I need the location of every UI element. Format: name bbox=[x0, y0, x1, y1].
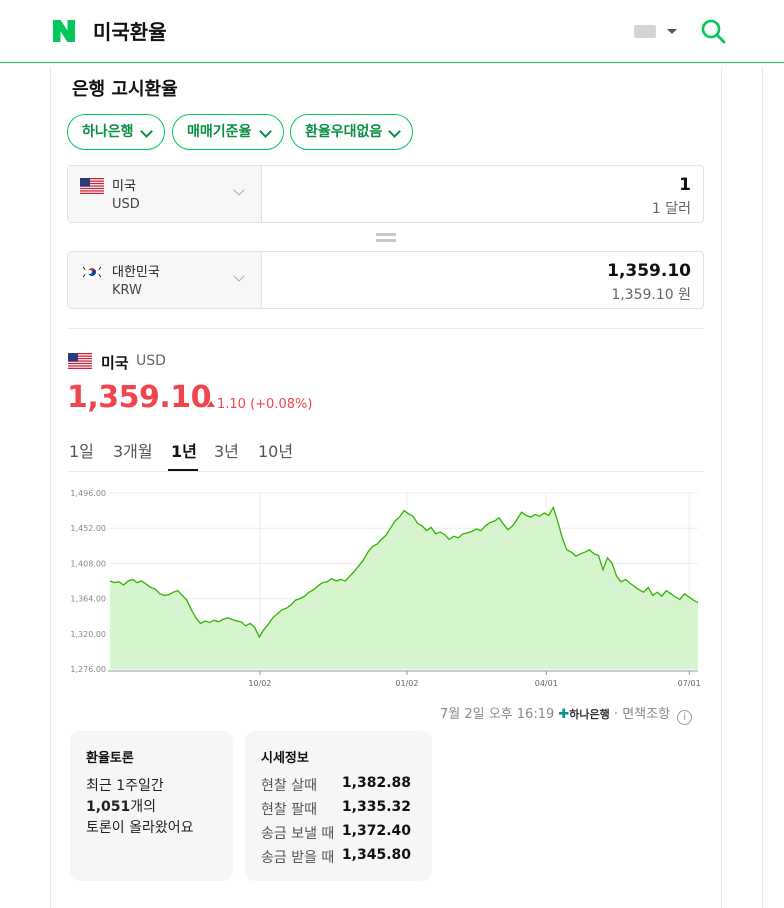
from-amount-input[interactable]: 1 bbox=[679, 175, 691, 195]
equals-icon bbox=[376, 233, 396, 245]
forum-line3: 토론이 올라왔어요 bbox=[86, 820, 194, 836]
rate-chart[interactable]: 1,496.00 1,452.00 1,408.00 1,364.00 1,320.00… bbox=[60, 482, 710, 692]
y-tick-label: 1,496.00 bbox=[70, 489, 106, 498]
search-header: 미국환율 bbox=[0, 0, 784, 63]
x-tick-label: 07/01 bbox=[678, 679, 701, 688]
x-tick-label: 01/02 bbox=[395, 679, 418, 688]
up-arrow-icon bbox=[207, 401, 215, 407]
from-amount-text: 1 달러 bbox=[651, 201, 691, 217]
market-info-card: 시세정보 현찰 살때 1,382.88 현찰 팔때 1,335.32 송금 보낼… bbox=[245, 731, 432, 881]
chip-label: 환율우대없음 bbox=[305, 124, 383, 140]
naver-logo-icon[interactable] bbox=[52, 19, 76, 43]
to-country: 대한민국 bbox=[112, 265, 160, 280]
info-icon[interactable]: i bbox=[677, 710, 693, 725]
row-label: 송금 받을 때 bbox=[261, 850, 335, 866]
search-query[interactable]: 미국환율 bbox=[93, 16, 167, 45]
y-tick-label: 1,408.00 bbox=[70, 559, 106, 568]
forum-line1: 최근 1주일간 bbox=[86, 778, 164, 794]
tab-3m[interactable]: 3개월 bbox=[113, 438, 153, 462]
chevron-down-icon bbox=[233, 184, 245, 196]
search-icon[interactable] bbox=[700, 18, 726, 44]
source-bank: 하나은행 bbox=[569, 708, 610, 721]
to-code: KRW bbox=[112, 283, 142, 298]
divider bbox=[67, 328, 704, 329]
market-info-row: 송금 받을 때 1,345.80 bbox=[261, 847, 411, 867]
row-value: 1,335.32 bbox=[341, 799, 411, 815]
series-area bbox=[110, 507, 698, 669]
to-amount-input[interactable]: 1,359.10 bbox=[607, 261, 691, 281]
x-tick-label: 10/02 bbox=[248, 679, 271, 688]
section-title: 은행 고시환율 bbox=[72, 79, 178, 100]
converter-from-row: 미국 USD 1 1 달러 bbox=[67, 165, 704, 223]
x-tick-label: 04/01 bbox=[535, 679, 558, 688]
tab-3y[interactable]: 3년 bbox=[214, 438, 239, 462]
row-label: 현찰 팔때 bbox=[261, 802, 317, 818]
rate-change: 1.10 (+0.08%) bbox=[207, 397, 312, 412]
hana-bank-logo-icon: ✚ bbox=[558, 707, 570, 722]
chip-label: 하나은행 bbox=[82, 124, 134, 140]
chevron-down-icon bbox=[233, 270, 245, 282]
tab-10y[interactable]: 10년 bbox=[258, 438, 293, 462]
period-tabs: 1일 3개월 1년 3년 10년 bbox=[67, 436, 704, 472]
chevron-down-icon[interactable] bbox=[667, 29, 677, 34]
tab-1d[interactable]: 1일 bbox=[69, 438, 94, 462]
row-label: 현찰 살때 bbox=[261, 778, 317, 794]
keyboard-icon[interactable] bbox=[634, 25, 656, 38]
chevron-down-icon bbox=[388, 125, 401, 138]
forum-count-line: 1,051개의 bbox=[86, 796, 156, 816]
us-flag-icon bbox=[80, 178, 104, 194]
active-tab-indicator bbox=[168, 469, 198, 471]
summary-code: USD bbox=[136, 353, 166, 369]
row-value: 1,372.40 bbox=[341, 823, 411, 839]
kr-flag-icon bbox=[80, 264, 104, 280]
forum-card[interactable]: 환율토론 최근 1주일간 1,051개의 토론이 올라왔어요 bbox=[70, 731, 233, 881]
y-tick-label: 1,320.00 bbox=[70, 630, 106, 639]
to-amount-text: 1,359.10 원 bbox=[611, 287, 691, 303]
market-info-row: 현찰 살때 1,382.88 bbox=[261, 775, 411, 795]
from-country: 미국 bbox=[112, 179, 136, 194]
converter-to-row: 대한민국 KRW 1,359.10 1,359.10 원 bbox=[67, 251, 704, 309]
forum-count: 1,051 bbox=[86, 799, 131, 815]
row-value: 1,382.88 bbox=[341, 775, 411, 791]
chevron-down-icon bbox=[140, 125, 153, 138]
summary-country: 미국 bbox=[101, 354, 129, 372]
tab-1y[interactable]: 1년 bbox=[171, 438, 197, 462]
chip-label: 매매기준율 bbox=[187, 124, 252, 140]
to-currency-select[interactable]: 대한민국 KRW bbox=[68, 252, 262, 308]
rate-type-select-button[interactable]: 매매기준율 bbox=[172, 114, 284, 150]
forum-count-suffix: 개의 bbox=[130, 799, 157, 815]
source-info: 7월 2일 오후 16:19 ✚하나은행 · 면책조항 i bbox=[440, 703, 693, 725]
us-flag-icon bbox=[68, 353, 92, 369]
forum-title: 환율토론 bbox=[86, 751, 134, 766]
bank-select-button[interactable]: 하나은행 bbox=[67, 114, 165, 150]
y-tick-label: 1,276.00 bbox=[70, 665, 106, 674]
column-divider bbox=[762, 68, 763, 908]
disclaimer-link[interactable]: 면책조항 bbox=[622, 707, 670, 722]
current-rate: 1,359.10 bbox=[67, 380, 212, 415]
preferential-rate-select-button[interactable]: 환율우대없음 bbox=[290, 114, 413, 150]
from-currency-select[interactable]: 미국 USD bbox=[68, 166, 262, 222]
from-code: USD bbox=[112, 197, 140, 212]
market-info-row: 현찰 팔때 1,335.32 bbox=[261, 799, 411, 819]
market-info-row: 송금 보낼 때 1,372.40 bbox=[261, 823, 411, 843]
chevron-down-icon bbox=[259, 125, 272, 138]
rate-change-value: 1.10 (+0.08%) bbox=[217, 397, 313, 412]
row-value: 1,345.80 bbox=[341, 847, 411, 863]
y-tick-label: 1,452.00 bbox=[70, 524, 106, 533]
market-info-title: 시세정보 bbox=[261, 751, 309, 766]
y-tick-label: 1,364.00 bbox=[70, 595, 106, 604]
timestamp: 7월 2일 오후 16:19 bbox=[440, 707, 555, 722]
row-label: 송금 보낼 때 bbox=[261, 826, 335, 842]
